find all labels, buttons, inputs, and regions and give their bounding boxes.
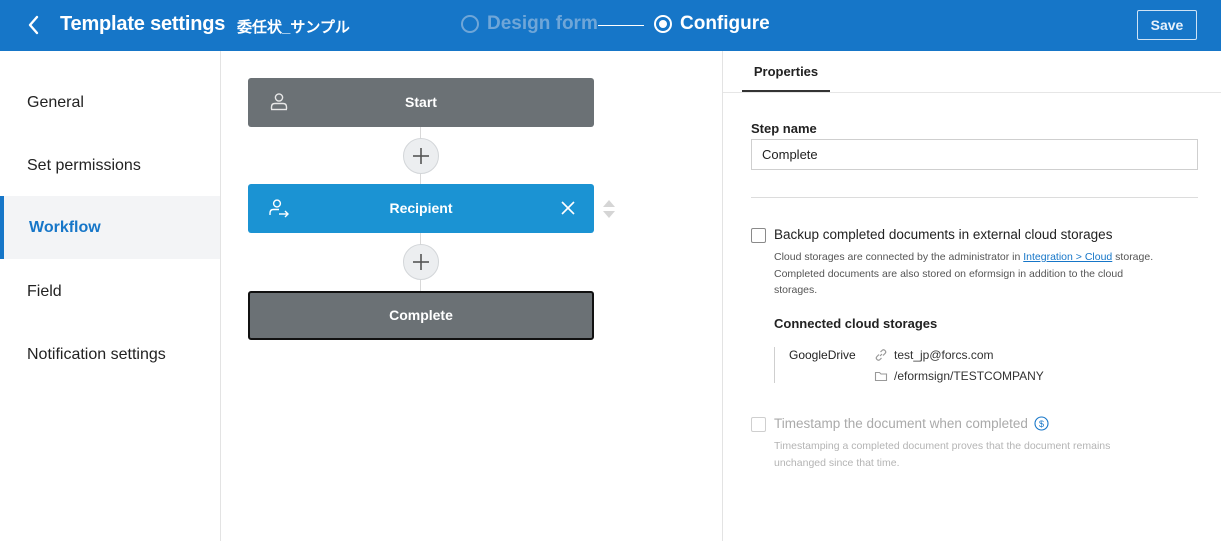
node-label: Complete bbox=[389, 307, 453, 323]
link-icon bbox=[875, 349, 887, 361]
sidebar-item-field[interactable]: Field bbox=[0, 260, 220, 323]
tab-properties[interactable]: Properties bbox=[742, 51, 830, 92]
back-button[interactable] bbox=[20, 11, 48, 39]
timestamp-label: Timestamp the document when completed bbox=[774, 416, 1028, 431]
svg-text:$: $ bbox=[1039, 419, 1044, 429]
add-step-button[interactable] bbox=[403, 244, 439, 280]
section-divider bbox=[751, 197, 1198, 198]
timestamp-description: Timestamping a completed document proves… bbox=[774, 440, 1111, 469]
save-button[interactable]: Save bbox=[1137, 10, 1197, 40]
workflow-node-complete[interactable]: Complete bbox=[248, 291, 594, 340]
step-name-input[interactable] bbox=[751, 139, 1198, 170]
cloud-account: test_jp@forcs.com bbox=[894, 348, 994, 362]
radio-selected-icon bbox=[654, 15, 672, 33]
step-connector bbox=[598, 25, 644, 26]
workflow-canvas: Start Recipient Complete bbox=[221, 51, 722, 541]
backup-description: Cloud storages are connected by the admi… bbox=[774, 251, 1154, 296]
timestamp-checkbox bbox=[751, 417, 766, 432]
step-label: Configure bbox=[680, 13, 770, 34]
properties-panel: Properties Step name Backup completed do… bbox=[722, 51, 1221, 541]
sidebar-item-general[interactable]: General bbox=[0, 71, 220, 134]
workflow-node-recipient[interactable]: Recipient bbox=[248, 184, 594, 233]
top-header: Template settings 委任状_サンプル Design form C… bbox=[0, 0, 1221, 51]
step-configure[interactable]: Configure bbox=[654, 13, 770, 35]
step-label: Design form bbox=[487, 13, 598, 34]
reorder-arrows-icon[interactable] bbox=[602, 198, 616, 220]
settings-sidebar: General Set permissions Workflow Field N… bbox=[0, 51, 221, 541]
dollar-info-icon[interactable]: $ bbox=[1034, 416, 1049, 431]
cloud-path: /eformsign/TESTCOMPANY bbox=[894, 369, 1044, 383]
folder-icon bbox=[874, 371, 888, 382]
cloud-path-row: /eformsign/TESTCOMPANY bbox=[874, 369, 1044, 383]
chevron-left-icon bbox=[28, 15, 39, 35]
node-label: Start bbox=[405, 94, 437, 110]
document-name: 委任状_サンプル bbox=[237, 19, 350, 36]
node-label: Recipient bbox=[389, 200, 453, 216]
sidebar-item-workflow[interactable]: Workflow bbox=[0, 196, 220, 259]
integration-cloud-link[interactable]: Integration > Cloud bbox=[1023, 251, 1112, 263]
plus-icon bbox=[413, 254, 429, 270]
connected-storages-heading: Connected cloud storages bbox=[774, 316, 938, 331]
radio-unselected-icon bbox=[461, 15, 479, 33]
plus-icon bbox=[413, 148, 429, 164]
backup-label: Backup completed documents in external c… bbox=[774, 227, 1113, 242]
cloud-storage-entry: GoogleDrive test_jp@forcs.com /eformsign… bbox=[774, 347, 1074, 383]
step-design-form[interactable]: Design form bbox=[461, 13, 598, 35]
backup-checkbox[interactable] bbox=[751, 228, 766, 243]
step-name-label: Step name bbox=[751, 121, 817, 136]
close-icon[interactable] bbox=[558, 198, 578, 218]
sidebar-item-set-permissions[interactable]: Set permissions bbox=[0, 134, 220, 197]
page-title: Template settings bbox=[60, 13, 226, 35]
tab-divider bbox=[723, 92, 1221, 93]
sidebar-item-notification-settings[interactable]: Notification settings bbox=[0, 323, 220, 386]
cloud-account-row: test_jp@forcs.com bbox=[874, 348, 994, 362]
cloud-provider-name: GoogleDrive bbox=[789, 348, 856, 362]
workflow-node-start[interactable]: Start bbox=[248, 78, 594, 127]
add-step-button[interactable] bbox=[403, 138, 439, 174]
